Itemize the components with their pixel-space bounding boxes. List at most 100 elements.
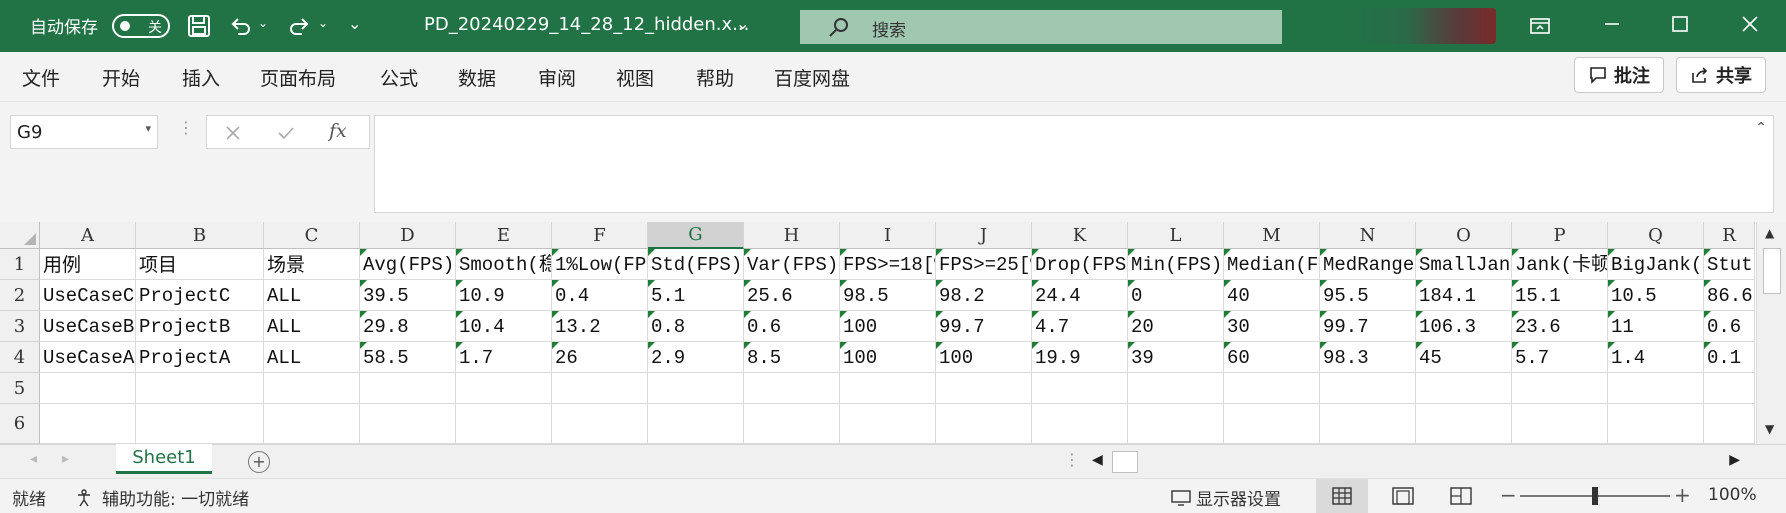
- table-cell[interactable]: 25.6: [744, 280, 840, 311]
- column-header-j[interactable]: J: [936, 222, 1032, 249]
- undo-dropdown-icon[interactable]: ⌄: [258, 16, 268, 30]
- table-cell[interactable]: UseCaseB:: [40, 311, 136, 342]
- table-cell[interactable]: 39: [1128, 342, 1224, 373]
- autosave-toggle[interactable]: 关: [112, 14, 170, 38]
- table-cell[interactable]: [1416, 404, 1512, 444]
- table-cell[interactable]: 45: [1416, 342, 1512, 373]
- table-cell[interactable]: 4.7: [1032, 311, 1128, 342]
- column-header-i[interactable]: I: [840, 222, 936, 249]
- column-header-q[interactable]: Q: [1608, 222, 1704, 249]
- tab-help[interactable]: 帮助: [696, 64, 734, 91]
- table-cell[interactable]: 39.5: [360, 280, 456, 311]
- vertical-scroll-thumb[interactable]: [1763, 248, 1781, 294]
- table-cell[interactable]: [136, 404, 264, 444]
- column-header-f[interactable]: F: [552, 222, 648, 249]
- header-cell[interactable]: Smooth(稳: [456, 249, 552, 280]
- tab-page-layout[interactable]: 页面布局: [260, 64, 336, 91]
- table-cell[interactable]: 20: [1128, 311, 1224, 342]
- table-cell[interactable]: 0.6: [1704, 311, 1755, 342]
- table-cell[interactable]: 5.1: [648, 280, 744, 311]
- customize-toolbar-icon[interactable]: ⌄: [348, 14, 361, 33]
- search-box[interactable]: 搜索: [800, 10, 1282, 44]
- table-cell[interactable]: 98.3: [1320, 342, 1416, 373]
- table-cell[interactable]: [136, 373, 264, 404]
- prev-sheet-icon[interactable]: ◂: [30, 451, 37, 467]
- tab-view[interactable]: 视图: [616, 64, 654, 91]
- table-cell[interactable]: 0.1: [1704, 342, 1755, 373]
- header-cell[interactable]: Median(FPS: [1224, 249, 1320, 280]
- table-cell[interactable]: 5.7: [1512, 342, 1608, 373]
- table-cell[interactable]: 0.4: [552, 280, 648, 311]
- maximize-icon[interactable]: [1668, 12, 1692, 36]
- table-cell[interactable]: 40: [1224, 280, 1320, 311]
- horizontal-scrollbar[interactable]: ◀ ▶: [1088, 449, 1744, 475]
- table-cell[interactable]: [1128, 404, 1224, 444]
- table-cell[interactable]: 100: [936, 342, 1032, 373]
- header-cell[interactable]: 场景: [264, 249, 360, 280]
- header-cell[interactable]: 1%Low(FPS: [552, 249, 648, 280]
- tab-data[interactable]: 数据: [458, 64, 496, 91]
- table-cell[interactable]: 30: [1224, 311, 1320, 342]
- table-cell[interactable]: 0.6: [744, 311, 840, 342]
- table-cell[interactable]: 8.5: [744, 342, 840, 373]
- table-cell[interactable]: [360, 373, 456, 404]
- table-cell[interactable]: [840, 373, 936, 404]
- table-cell[interactable]: [1512, 373, 1608, 404]
- zoom-out-icon[interactable]: −: [1500, 483, 1517, 507]
- table-cell[interactable]: 1.4: [1608, 342, 1704, 373]
- table-cell[interactable]: 100: [840, 311, 936, 342]
- column-header-g[interactable]: G: [648, 222, 744, 249]
- scroll-down-icon[interactable]: ▼: [1765, 422, 1774, 436]
- table-cell[interactable]: [1224, 404, 1320, 444]
- table-cell[interactable]: 2.9: [648, 342, 744, 373]
- save-icon[interactable]: [186, 13, 212, 39]
- table-cell[interactable]: [1704, 404, 1755, 444]
- table-cell[interactable]: [1128, 373, 1224, 404]
- table-cell[interactable]: 19.9: [1032, 342, 1128, 373]
- zoom-slider[interactable]: [1520, 487, 1670, 505]
- table-cell[interactable]: 99.7: [1320, 311, 1416, 342]
- close-icon[interactable]: [1738, 12, 1762, 36]
- file-name[interactable]: PD_20240229_14_28_12_hidden.x...: [424, 14, 749, 35]
- table-cell[interactable]: [360, 404, 456, 444]
- user-account-blurred[interactable]: [1346, 8, 1496, 44]
- table-cell[interactable]: ALL: [264, 342, 360, 373]
- table-cell[interactable]: ProjectC: [136, 280, 264, 311]
- undo-icon[interactable]: [228, 13, 254, 39]
- insert-function-icon[interactable]: fx: [329, 120, 347, 142]
- table-cell[interactable]: 10.4: [456, 311, 552, 342]
- table-cell[interactable]: [40, 373, 136, 404]
- table-cell[interactable]: [552, 404, 648, 444]
- redo-icon[interactable]: [286, 13, 312, 39]
- column-header-m[interactable]: M: [1224, 222, 1320, 249]
- collapse-formula-bar-icon[interactable]: ⌃: [1755, 120, 1767, 136]
- add-sheet-icon[interactable]: +: [248, 451, 270, 473]
- table-cell[interactable]: [40, 404, 136, 444]
- table-cell[interactable]: 95.5: [1320, 280, 1416, 311]
- table-cell[interactable]: [1608, 373, 1704, 404]
- table-cell[interactable]: [1032, 373, 1128, 404]
- table-cell[interactable]: UseCaseC:: [40, 280, 136, 311]
- column-header-k[interactable]: K: [1032, 222, 1128, 249]
- tab-file[interactable]: 文件: [22, 64, 60, 91]
- tab-split-grip-icon[interactable]: ⋮: [1064, 450, 1080, 469]
- normal-view-button[interactable]: [1316, 479, 1368, 513]
- table-cell[interactable]: [648, 404, 744, 444]
- header-cell[interactable]: MedRange: [1320, 249, 1416, 280]
- comments-button[interactable]: 批注: [1574, 57, 1664, 93]
- table-cell[interactable]: [1608, 404, 1704, 444]
- vertical-scrollbar[interactable]: ▲ ▼: [1756, 222, 1786, 444]
- scroll-up-icon[interactable]: ▲: [1765, 226, 1774, 240]
- header-cell[interactable]: Var(FPS): [744, 249, 840, 280]
- column-header-r[interactable]: R: [1704, 222, 1755, 249]
- minimize-icon[interactable]: [1600, 12, 1624, 36]
- cancel-entry-icon[interactable]: [225, 125, 241, 141]
- header-cell[interactable]: SmallJank: [1416, 249, 1512, 280]
- column-header-c[interactable]: C: [264, 222, 360, 249]
- table-cell[interactable]: ProjectA: [136, 342, 264, 373]
- table-cell[interactable]: [456, 404, 552, 444]
- table-cell[interactable]: [1704, 373, 1755, 404]
- table-cell[interactable]: 184.1: [1416, 280, 1512, 311]
- table-cell[interactable]: [936, 373, 1032, 404]
- header-cell[interactable]: Jank(卡顿: [1512, 249, 1608, 280]
